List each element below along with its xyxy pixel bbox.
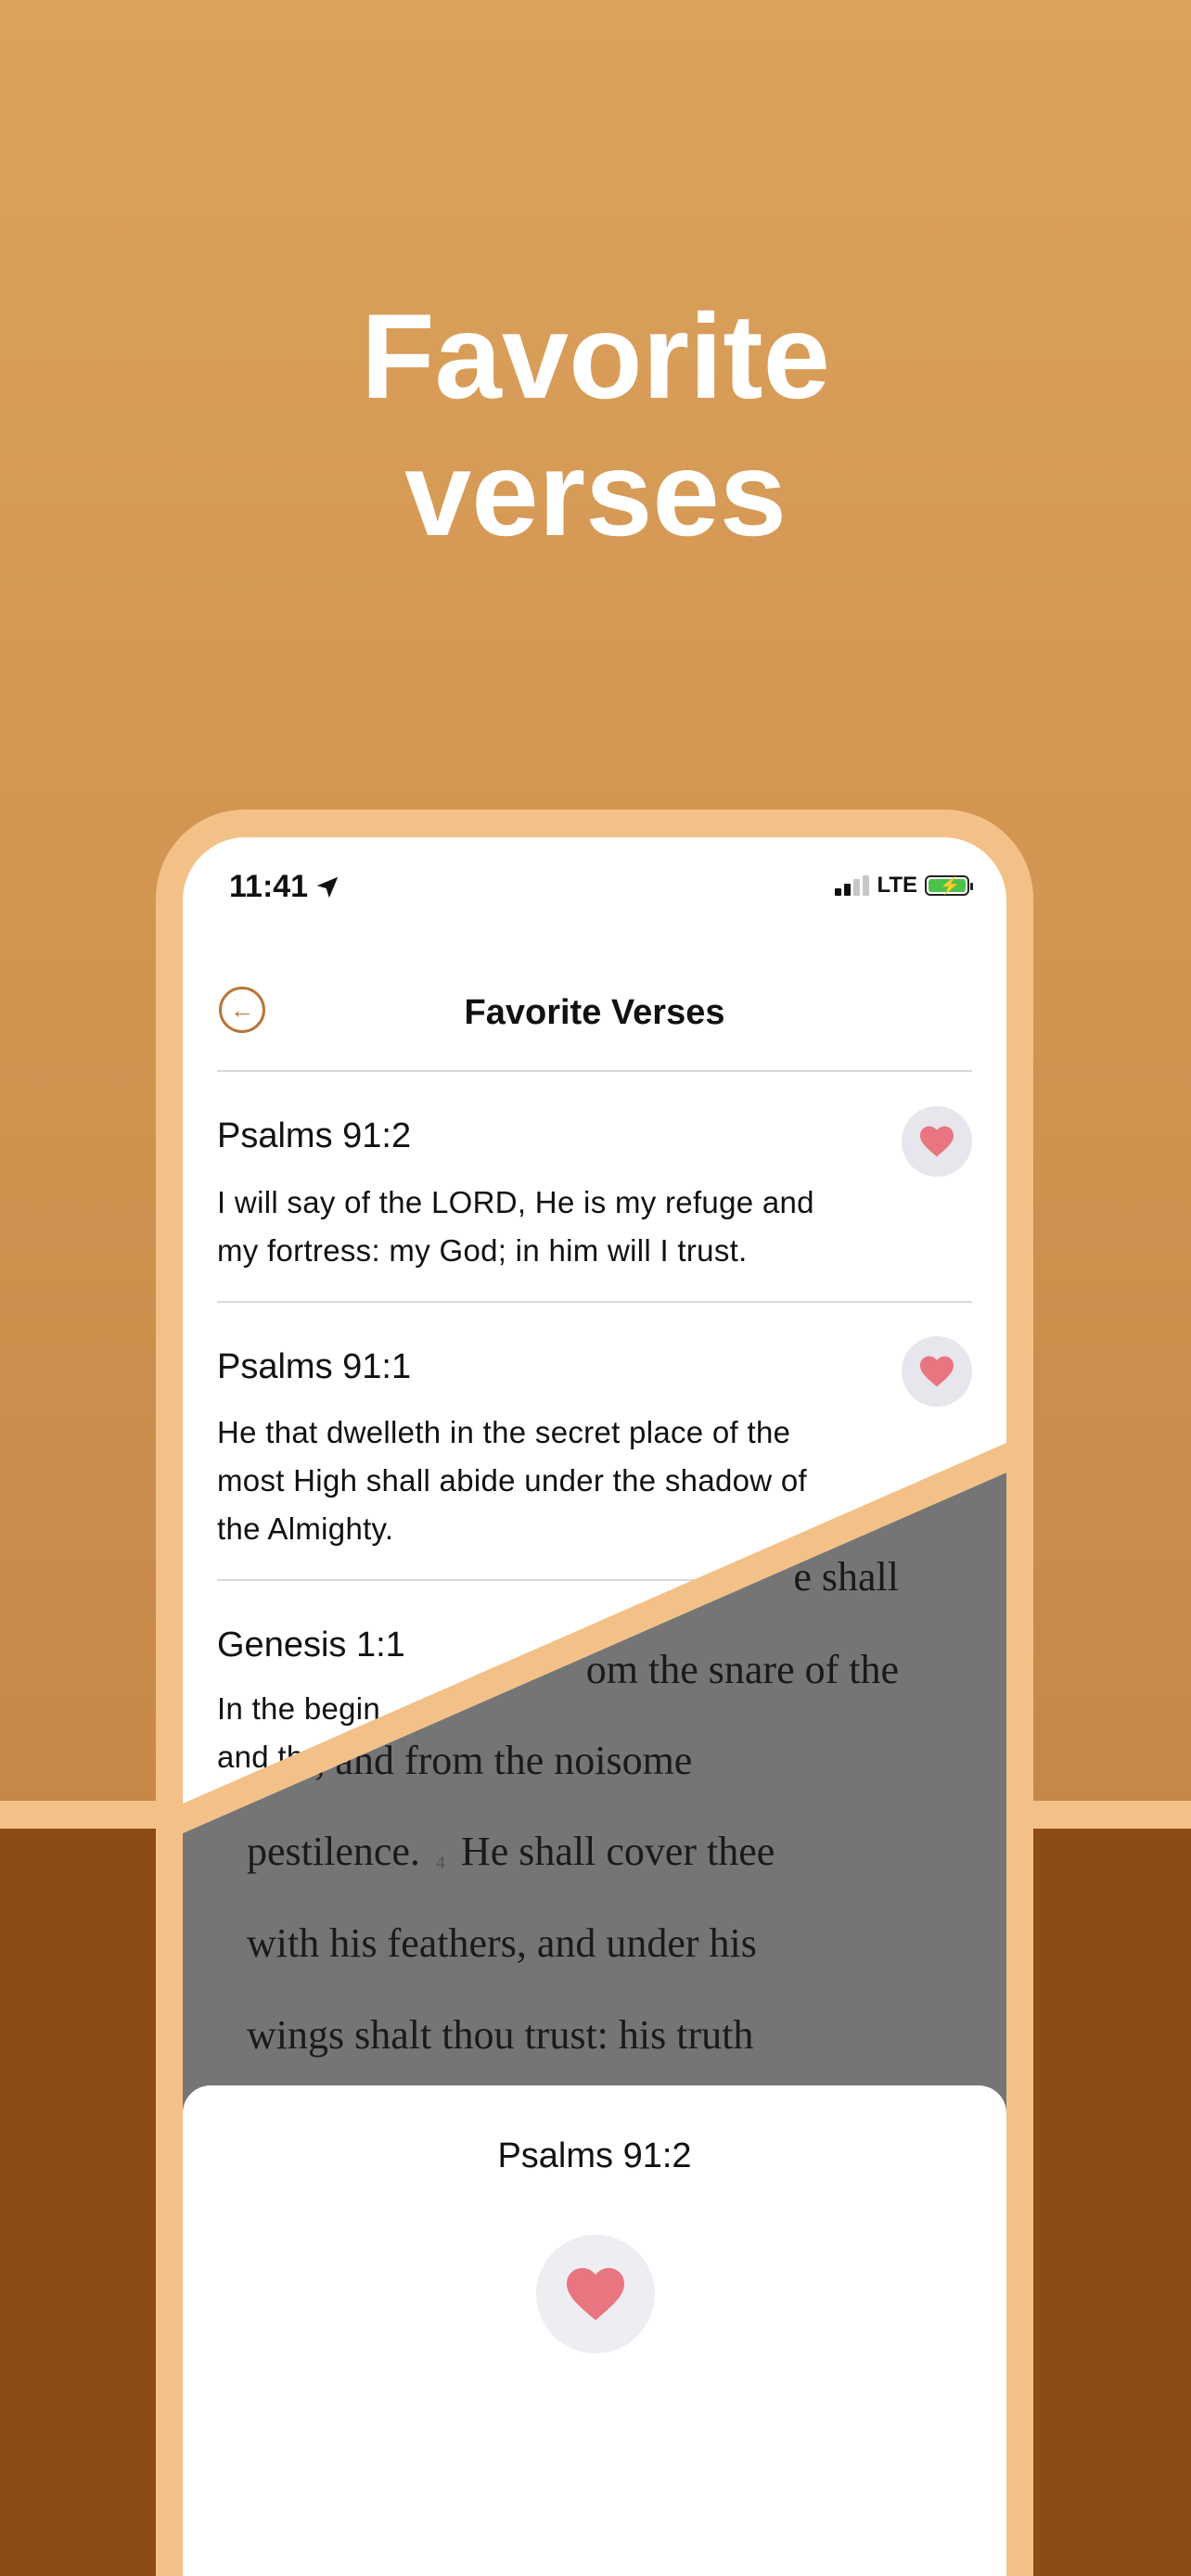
verse-number: 4: [435, 1853, 445, 1873]
status-time: 11:41: [229, 869, 341, 905]
verse-ref[interactable]: Psalms 91:2: [217, 1116, 411, 1156]
verse-ref[interactable]: Psalms 91:1: [217, 1347, 411, 1387]
reader-line: om the snare of the: [585, 1647, 899, 1692]
heart-icon: [567, 2267, 624, 2321]
verse-text: He that dwelleth in the secret place of …: [217, 1409, 885, 1553]
favorite-button[interactable]: [902, 1336, 972, 1407]
reader-line: pestilence. 4 He shall cover thee: [247, 1828, 775, 1875]
verse-line: my fortress: my God; in him will I trust…: [217, 1233, 748, 1268]
bottom-sheet: Psalms 91:2: [183, 2085, 1006, 2576]
signal-icon: [835, 875, 870, 896]
network-label: LTE: [877, 873, 917, 898]
headline-line-2: verses: [403, 426, 788, 561]
verse-text: I will say of the LORD, He is my refuge …: [217, 1179, 885, 1275]
status-right: LTE ⚡: [835, 873, 973, 899]
sheet-title: Psalms 91:2: [497, 2136, 692, 2175]
verse-ref[interactable]: Genesis 1:1: [217, 1626, 405, 1665]
location-arrow-icon: [316, 876, 339, 898]
sheet-favorite-button[interactable]: [536, 2235, 655, 2353]
favorite-button[interactable]: [902, 1106, 972, 1177]
nav-divider: [217, 1070, 972, 1072]
reader-line-text: pestilence.: [247, 1829, 420, 1874]
reader-line: e shall: [793, 1554, 899, 1600]
headline: Favorite verses: [0, 287, 1191, 562]
verse-line: most High shall abide under the shadow o…: [217, 1463, 808, 1498]
heart-icon: [920, 1126, 954, 1157]
verse-divider: [217, 1301, 972, 1303]
reader-line: wings shalt thou trust: his truth: [247, 2012, 754, 2058]
heart-icon: [920, 1356, 954, 1387]
reader-line-text: He shall cover thee: [460, 1829, 775, 1874]
phone-screen: 11:41 LTE ⚡ ← Favorite Verses Psalms 91:…: [183, 837, 1006, 2576]
nav-title: Favorite Verses: [464, 993, 725, 1032]
battery-icon: ⚡: [925, 875, 973, 896]
headline-line-1: Favorite: [361, 288, 830, 424]
reader-line: with his feathers, and under his: [247, 1920, 757, 1966]
verse-line: I will say of the LORD, He is my refuge …: [217, 1185, 814, 1219]
verse-line: He that dwelleth in the secret place of …: [217, 1415, 791, 1449]
status-time-text: 11:41: [229, 869, 309, 904]
